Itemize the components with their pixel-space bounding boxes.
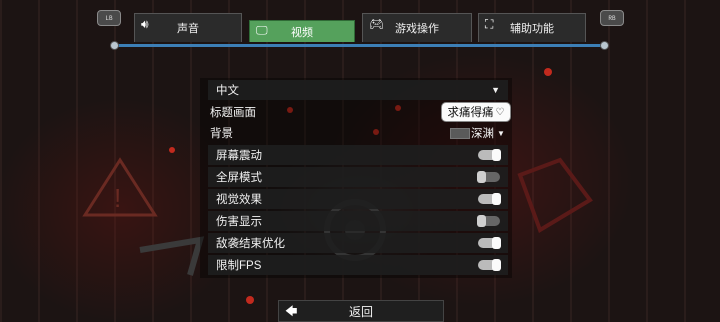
toggle-switch[interactable]: [478, 259, 501, 271]
toggle-row-fullscreen: 全屏模式: [208, 167, 508, 187]
tab-label: 视频: [291, 26, 313, 39]
toggle-row-damage-display: 伤害显示: [208, 211, 508, 231]
tab-controls[interactable]: 🎮︎ 游戏操作: [362, 13, 472, 42]
back-button[interactable]: 🡄 返回: [278, 300, 444, 322]
tab-label: 声音: [177, 23, 199, 35]
toggle-row-screen-shake: 屏幕震动: [208, 145, 508, 165]
toggle-label: 伤害显示: [216, 216, 262, 228]
rb-button[interactable]: RB: [600, 10, 624, 26]
toggle-row-limit-fps: 限制FPS: [208, 255, 508, 275]
toggle-switch[interactable]: [478, 149, 501, 161]
toggle-switch[interactable]: [477, 215, 500, 227]
language-row[interactable]: 中文 ▼: [208, 80, 508, 100]
svg-text:!: !: [114, 183, 121, 213]
tab-video[interactable]: 🖵︎ 视频: [249, 20, 355, 42]
caret-down-icon[interactable]: ▼: [491, 85, 500, 95]
toggle-label: 屏幕震动: [216, 150, 262, 162]
caret-down-icon: ▼: [497, 128, 505, 138]
toggle-switch[interactable]: [477, 171, 500, 183]
toggle-label: 敌袭结束优化: [216, 238, 285, 250]
language-label: 中文: [216, 85, 239, 97]
toggle-label: 限制FPS: [216, 260, 262, 272]
title-screen-value: 求痛得痛: [447, 107, 494, 119]
tab-label: 辅助功能: [510, 23, 554, 35]
title-screen-label: 标题画面: [210, 107, 256, 119]
toggle-label: 视觉效果: [216, 194, 262, 206]
title-screen-select[interactable]: 求痛得痛 ♡: [442, 103, 510, 121]
toggle-switch[interactable]: [478, 237, 501, 249]
toggle-row-visual-effects: 视觉效果: [208, 189, 508, 209]
background-value: 深渊: [471, 128, 494, 140]
accessibility-icon: ⛶: [485, 17, 494, 31]
back-label: 返回: [348, 304, 373, 319]
toggle-label: 全屏模式: [216, 172, 262, 184]
back-arrow-icon: 🡄: [285, 304, 298, 318]
rail-dot-right: [600, 41, 609, 50]
background-swatch: [450, 128, 470, 139]
lb-button[interactable]: LB: [97, 10, 121, 26]
tab-rail: [112, 44, 608, 47]
tab-label: 游戏操作: [395, 23, 439, 35]
tab-accessibility[interactable]: ⛶ 辅助功能: [478, 13, 586, 42]
chevron-down-icon: ♡: [495, 106, 505, 118]
background-select[interactable]: 深渊 ▼: [471, 125, 505, 141]
toggle-row-raid-end-optimization: 敌袭结束优化: [208, 233, 508, 253]
game-settings-screen: ! LB RB 🔊︎ 声音 🖵︎ 视频 🎮︎ 游戏操作 ⛶ 辅助功能 中文 ▼: [0, 0, 720, 322]
speaker-icon: 🔊︎: [141, 17, 149, 31]
rail-dot-left: [110, 41, 119, 50]
gamepad-icon: 🎮︎: [369, 17, 385, 31]
background-label: 背景: [210, 128, 233, 140]
toggle-switch[interactable]: [478, 193, 501, 205]
tab-sound[interactable]: 🔊︎ 声音: [134, 13, 242, 42]
monitor-icon: 🖵︎: [256, 23, 268, 37]
